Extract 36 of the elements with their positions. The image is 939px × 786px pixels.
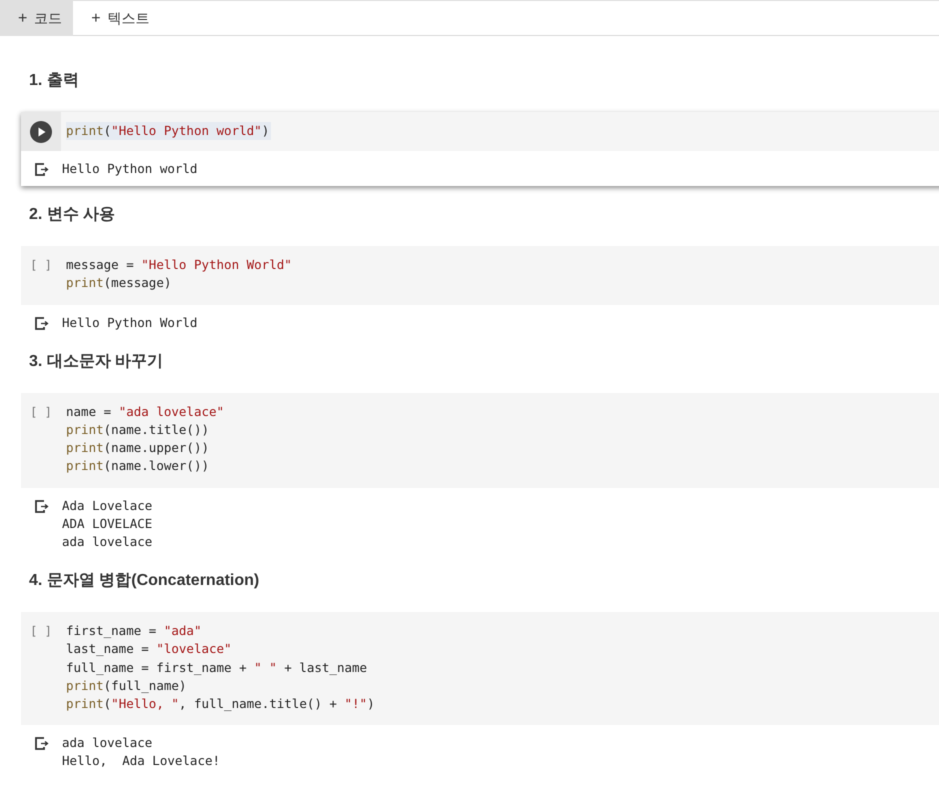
code-line: print(full_name) bbox=[66, 676, 188, 695]
run-button[interactable] bbox=[30, 121, 52, 143]
output-line: ada lovelace bbox=[62, 734, 154, 752]
output-icon bbox=[34, 161, 50, 177]
run-prompt[interactable]: [ ] bbox=[30, 402, 52, 488]
section-heading: 3. 대소문자 바꾸기 bbox=[28, 352, 164, 372]
code-line: print(name.lower()) bbox=[66, 457, 210, 476]
output-line: ADA LOVELACE bbox=[62, 514, 152, 533]
code-editor[interactable]: [ ] message = "Hello Python World" print(message) bbox=[21, 246, 939, 305]
output-line: Hello, Ada Lovelace! bbox=[62, 752, 220, 770]
code-line: first_name = "ada" bbox=[66, 622, 202, 640]
code-line: print(name.upper()) bbox=[66, 439, 210, 458]
code-line: print("Hello, ", full_name.title() + "!") bbox=[66, 695, 375, 714]
code-editor[interactable]: [ ] name = "ada lovelace" print(name.title()) print(name.upper()) print(name.lower()) bbox=[21, 392, 939, 488]
section-heading: 4. 문자열 병합(Concaternation) bbox=[28, 571, 260, 592]
output-icon bbox=[34, 314, 50, 331]
code-line: print(message) bbox=[66, 274, 172, 292]
code-line: full_name = first_name + " " + last_name bbox=[66, 658, 368, 677]
code-editor[interactable]: print("Hello Python world") bbox=[21, 112, 939, 151]
code-line: last_name = "lovelace" bbox=[66, 640, 233, 658]
run-prompt[interactable]: [ ] bbox=[30, 622, 52, 726]
add-cell-button[interactable]: + 텍스트 bbox=[73, 1, 160, 36]
output-icon bbox=[34, 498, 50, 514]
output-line: ada lovelace bbox=[62, 533, 152, 552]
code-line: message = "Hello Python World" bbox=[66, 256, 292, 274]
output-line: Hello Python world bbox=[62, 160, 198, 178]
section-heading: 1. 출력 bbox=[28, 71, 80, 91]
add-cell-button[interactable]: + 코드 bbox=[0, 1, 74, 36]
run-prompt[interactable]: [ ] bbox=[30, 256, 52, 305]
code-line: name = "ada lovelace" bbox=[66, 402, 224, 421]
output-icon bbox=[34, 735, 50, 752]
code-editor[interactable]: [ ] first_name = "ada" last_name = "lovelace" full_name = first_name + " " + last_name print(full_name) print("Hello, ", full_name.title() + "!") bbox=[21, 612, 939, 726]
output-line: Hello Python World bbox=[62, 314, 198, 332]
output-line: Ada Lovelace bbox=[62, 496, 152, 515]
section-heading: 2. 변수 사용 bbox=[28, 205, 116, 226]
code-line: print(name.title()) bbox=[66, 421, 210, 440]
